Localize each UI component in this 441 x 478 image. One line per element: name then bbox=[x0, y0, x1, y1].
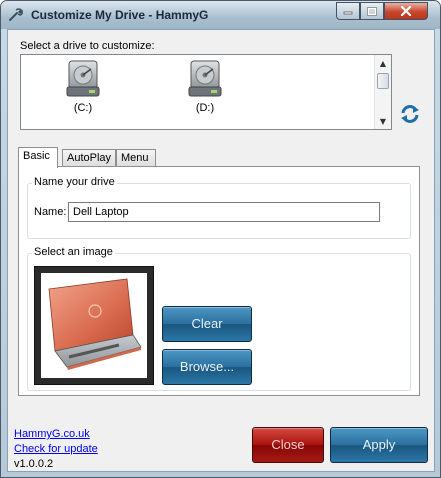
hard-drive-icon bbox=[188, 60, 222, 97]
client-area: Select a drive to customize: (C:) (D:) ▲… bbox=[7, 29, 435, 472]
close-window-button[interactable] bbox=[384, 2, 428, 20]
laptop-image bbox=[48, 278, 142, 370]
refresh-icon bbox=[401, 105, 419, 123]
tab-menu[interactable]: Menu bbox=[116, 149, 156, 167]
close-button[interactable]: Close bbox=[252, 427, 324, 463]
minimize-button[interactable] bbox=[336, 2, 360, 20]
tab-panel-basic: Name your drive Name: Select an image bbox=[18, 166, 420, 396]
title-bar[interactable]: Customize My Drive - HammyG bbox=[1, 1, 440, 29]
drive-image-preview[interactable] bbox=[34, 266, 154, 385]
close-icon bbox=[400, 6, 412, 16]
drive-label: (D:) bbox=[195, 102, 215, 114]
tab-basic[interactable]: Basic bbox=[18, 147, 58, 168]
tab-autoplay[interactable]: AutoPlay bbox=[62, 149, 116, 167]
drive-label: (C:) bbox=[73, 102, 93, 114]
name-group: Name your drive Name: bbox=[27, 176, 411, 239]
version-label: v1.0.0.2 bbox=[14, 458, 54, 470]
refresh-button[interactable] bbox=[398, 102, 422, 126]
maximize-icon bbox=[367, 6, 377, 16]
maximize-button[interactable] bbox=[360, 2, 384, 20]
hard-drive-icon bbox=[66, 60, 100, 97]
website-link[interactable]: HammyG.co.uk bbox=[14, 428, 90, 440]
minimize-icon bbox=[343, 11, 353, 15]
window-title: Customize My Drive - HammyG bbox=[31, 8, 209, 22]
drive-list[interactable]: (C:) (D:) ▲ ▼ bbox=[20, 54, 392, 130]
scroll-up-icon[interactable]: ▲ bbox=[375, 55, 391, 71]
name-group-title: Name your drive bbox=[32, 176, 117, 188]
apply-button[interactable]: Apply bbox=[330, 427, 428, 463]
image-group: Select an image Clear Browse... bbox=[27, 246, 411, 391]
scroll-down-icon[interactable]: ▼ bbox=[375, 113, 391, 129]
image-group-title: Select an image bbox=[32, 246, 115, 258]
clear-image-button[interactable]: Clear bbox=[162, 306, 252, 342]
check-update-link[interactable]: Check for update bbox=[14, 443, 98, 455]
app-window: Customize My Drive - HammyG Select a dri… bbox=[0, 0, 441, 478]
wrench-icon bbox=[8, 7, 24, 23]
drive-item-c[interactable]: (C:) bbox=[53, 59, 113, 114]
name-label: Name: bbox=[34, 206, 67, 218]
scroll-thumb[interactable] bbox=[377, 73, 389, 89]
drive-name-input[interactable] bbox=[68, 202, 380, 222]
drive-list-label: Select a drive to customize: bbox=[20, 40, 155, 52]
drive-item-d[interactable]: (D:) bbox=[175, 59, 235, 114]
drive-list-scrollbar[interactable]: ▲ ▼ bbox=[374, 55, 391, 129]
browse-image-button[interactable]: Browse... bbox=[162, 349, 252, 385]
